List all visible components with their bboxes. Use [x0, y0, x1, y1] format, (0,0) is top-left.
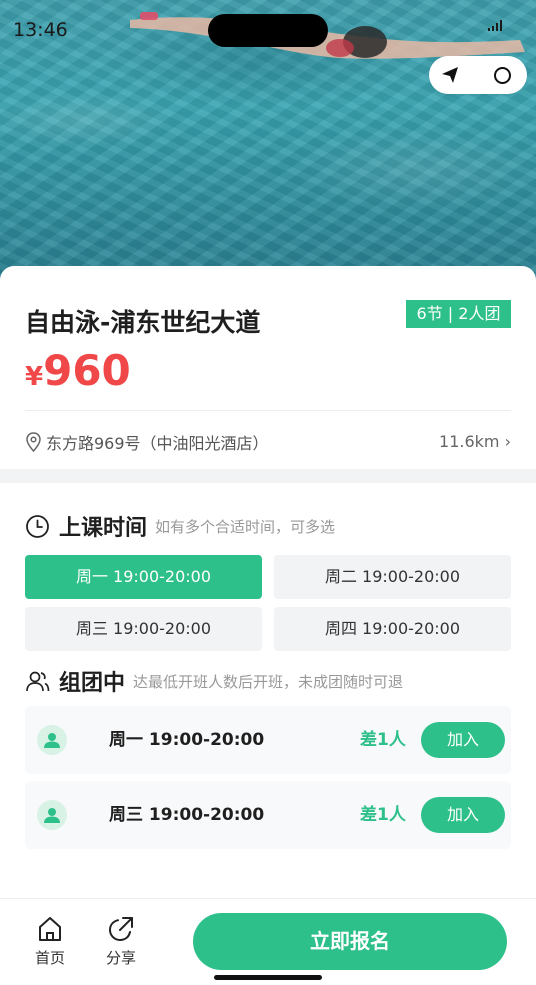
camera-notch	[208, 14, 328, 47]
group-time: 周一 19:00-20:00	[109, 730, 265, 750]
group-time: 周三 19:00-20:00	[109, 805, 265, 825]
course-price: ¥960	[25, 346, 131, 395]
price-value: 960	[43, 346, 131, 395]
course-info-card: 自由泳-浦东世纪大道 6节 | 2人团 ¥960 东方路969号（中油阳光酒店）…	[0, 266, 536, 469]
status-time: 13:46	[13, 19, 68, 41]
time-slot-thu[interactable]: 周四 19:00-20:00	[274, 607, 511, 651]
group-need: 差1人	[360, 805, 406, 825]
record-icon[interactable]	[494, 67, 511, 84]
distance-link[interactable]: 11.6km ›	[439, 430, 511, 454]
bottom-bar: 首页 分享 立即报名	[0, 898, 536, 985]
groups-header: 组团中 达最低开班人数后开班，未成团随时可退	[25, 665, 403, 697]
join-button[interactable]: 加入	[421, 722, 505, 758]
schedule-section: 上课时间 如有多个合适时间，可多选 周一 19:00-20:00 周二 19:0…	[0, 483, 536, 898]
home-icon	[39, 917, 61, 941]
share-label: 分享	[105, 949, 136, 967]
groups-title: 组团中	[59, 671, 126, 696]
schedule-header: 上课时间 如有多个合适时间，可多选	[25, 510, 335, 542]
enroll-button[interactable]: 立即报名	[193, 913, 507, 970]
course-title: 自由泳-浦东世纪大道	[25, 308, 261, 337]
location-pin-icon	[26, 432, 41, 452]
avatar	[37, 800, 67, 830]
address-text: 东方路969号（中油阳光酒店）	[46, 434, 269, 453]
time-slot-wed[interactable]: 周三 19:00-20:00	[25, 607, 262, 651]
share-button[interactable]: 分享	[101, 915, 141, 968]
join-button[interactable]: 加入	[421, 797, 505, 833]
signal-icon	[488, 19, 504, 31]
time-slot-tue[interactable]: 周二 19:00-20:00	[274, 555, 511, 599]
address-row[interactable]: 东方路969号（中油阳光酒店）	[25, 430, 269, 454]
home-indicator	[214, 975, 322, 980]
home-label: 首页	[34, 949, 65, 967]
schedule-title: 上课时间	[59, 516, 148, 541]
clock-icon	[26, 514, 49, 538]
divider	[25, 410, 511, 411]
group-item: 周一 19:00-20:00 差1人 加入	[25, 706, 511, 774]
hero-image: 13:46	[0, 0, 536, 300]
schedule-subtitle: 如有多个合适时间，可多选	[155, 517, 336, 536]
people-icon	[26, 671, 50, 691]
avatar	[37, 725, 67, 755]
time-slot-mon[interactable]: 周一 19:00-20:00	[25, 555, 262, 599]
group-item: 周三 19:00-20:00 差1人 加入	[25, 781, 511, 849]
mini-program-capsule	[429, 56, 527, 94]
send-icon[interactable]	[441, 66, 459, 84]
group-need: 差1人	[360, 730, 406, 750]
groups-subtitle: 达最低开班人数后开班，未成团随时可退	[133, 672, 404, 691]
person-icon	[44, 733, 60, 748]
course-badge: 6节 | 2人团	[406, 300, 511, 328]
currency-symbol: ¥	[25, 362, 44, 392]
home-button[interactable]: 首页	[30, 915, 70, 968]
person-icon	[44, 808, 60, 823]
share-icon	[108, 917, 133, 942]
